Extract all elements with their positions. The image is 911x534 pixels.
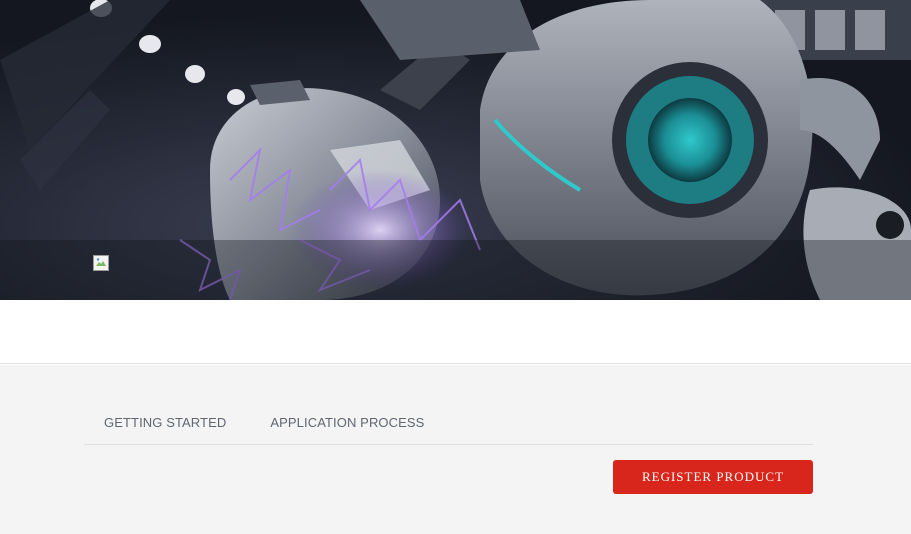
- hero-divider-band: [0, 300, 911, 364]
- tab-getting-started[interactable]: GETTING STARTED: [84, 403, 246, 444]
- main-content: GETTING STARTED APPLICATION PROCESS REGI…: [0, 365, 911, 534]
- hero-banner: [0, 0, 911, 300]
- tab-bar: GETTING STARTED APPLICATION PROCESS: [84, 403, 813, 445]
- register-product-button[interactable]: REGISTER PRODUCT: [613, 460, 813, 494]
- broken-image-icon: [93, 255, 109, 271]
- tab-application-process[interactable]: APPLICATION PROCESS: [250, 403, 444, 444]
- robot-illustration: [0, 0, 911, 300]
